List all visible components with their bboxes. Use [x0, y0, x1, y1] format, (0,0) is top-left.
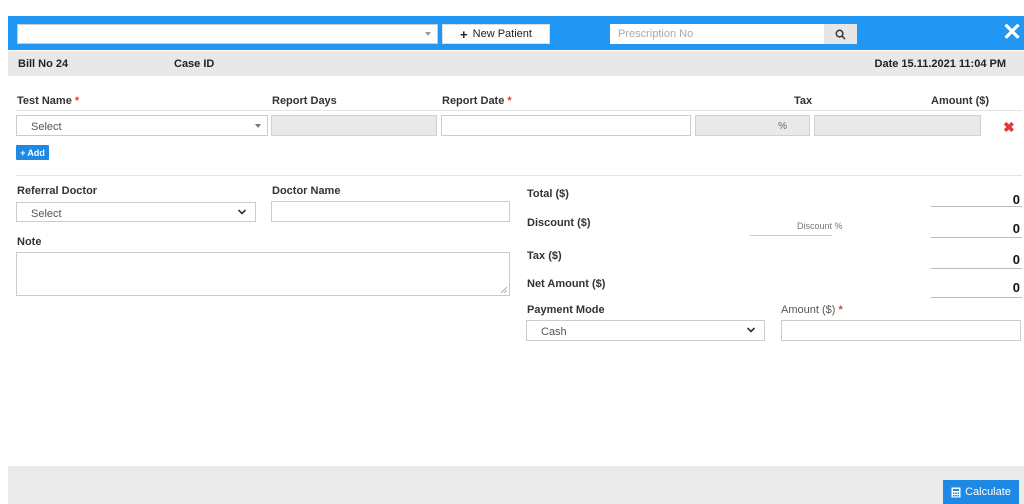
- percent-symbol: %: [778, 121, 787, 132]
- calculate-button[interactable]: Calculate: [943, 480, 1019, 504]
- new-patient-button[interactable]: + New Patient: [442, 24, 550, 44]
- referral-doctor-select[interactable]: Select: [16, 202, 256, 222]
- payment-mode-select[interactable]: Cash: [526, 320, 765, 341]
- caret-down-icon: [425, 32, 431, 36]
- report-days-field: [271, 115, 437, 136]
- report-date-field[interactable]: [441, 115, 691, 136]
- note-label: Note: [17, 236, 42, 248]
- discount-percent-field[interactable]: Discount %: [797, 221, 843, 231]
- tax-percent-field: %: [695, 115, 810, 136]
- header-bar: + New Patient ✕: [8, 16, 1024, 50]
- chevron-down-icon: [237, 209, 247, 215]
- note-textarea[interactable]: [16, 252, 510, 296]
- report-date-header: Report Date *: [442, 95, 512, 107]
- test-name-header: Test Name *: [17, 95, 80, 107]
- header-divider: [16, 110, 1022, 111]
- required-marker: *: [504, 95, 512, 107]
- discount-label: Discount ($): [527, 217, 591, 229]
- test-name-value: Select: [31, 121, 62, 133]
- tax-header: Tax: [794, 95, 813, 107]
- payment-mode-label: Payment Mode: [527, 304, 605, 316]
- discount-percent-underline: [750, 235, 832, 236]
- plus-icon: +: [20, 147, 26, 158]
- footer-bar: [8, 466, 1024, 504]
- resize-grip-icon[interactable]: [500, 286, 507, 293]
- discount-value: 0: [1012, 221, 1020, 236]
- calculator-icon: [951, 487, 961, 497]
- bill-number: Bill No 24: [18, 58, 69, 70]
- delete-row-icon[interactable]: ✖: [1003, 119, 1015, 136]
- net-amount-underline: [931, 297, 1022, 298]
- amount-field: [814, 115, 981, 136]
- case-id: Case ID: [174, 58, 215, 70]
- calculate-label: Calculate: [965, 486, 1011, 498]
- close-icon[interactable]: ✕: [1000, 21, 1024, 45]
- total-label: Total ($): [527, 188, 569, 200]
- bill-info-bar: Bill No 24 Case ID Date 15.11.2021 11:04…: [8, 51, 1024, 76]
- search-icon: [835, 29, 846, 40]
- tax-label: Tax ($): [527, 250, 562, 262]
- patient-select[interactable]: [17, 24, 438, 44]
- referral-doctor-label: Referral Doctor: [17, 185, 98, 197]
- section-divider: [16, 175, 1022, 176]
- search-button[interactable]: [824, 24, 857, 44]
- add-label: Add: [27, 147, 45, 158]
- prescription-search-input[interactable]: [610, 24, 824, 44]
- new-patient-label: New Patient: [472, 28, 532, 40]
- required-marker: *: [71, 95, 80, 107]
- total-underline: [931, 206, 1022, 207]
- caret-down-icon: [255, 124, 261, 128]
- chevron-down-icon: [746, 327, 756, 333]
- bill-date: Date 15.11.2021 11:04 PM: [874, 58, 1006, 70]
- required-marker: *: [835, 304, 843, 316]
- payment-mode-value: Cash: [541, 326, 567, 338]
- net-amount-value: 0: [1012, 280, 1020, 295]
- referral-doctor-value: Select: [31, 208, 62, 220]
- add-test-button[interactable]: + Add: [16, 145, 49, 160]
- net-amount-label: Net Amount ($): [527, 278, 606, 290]
- total-value: 0: [1012, 192, 1020, 207]
- tax-underline: [931, 268, 1022, 269]
- doctor-name-label: Doctor Name: [272, 185, 341, 197]
- tax-value: 0: [1012, 252, 1020, 267]
- test-name-select[interactable]: Select: [16, 115, 268, 136]
- plus-icon: +: [460, 26, 468, 42]
- amount-header: Amount ($): [931, 95, 990, 107]
- payment-amount-field[interactable]: [781, 320, 1021, 341]
- report-days-header: Report Days: [272, 95, 337, 107]
- discount-underline: [931, 237, 1022, 238]
- doctor-name-field[interactable]: [271, 201, 510, 222]
- payment-amount-label: Amount ($) *: [781, 304, 843, 316]
